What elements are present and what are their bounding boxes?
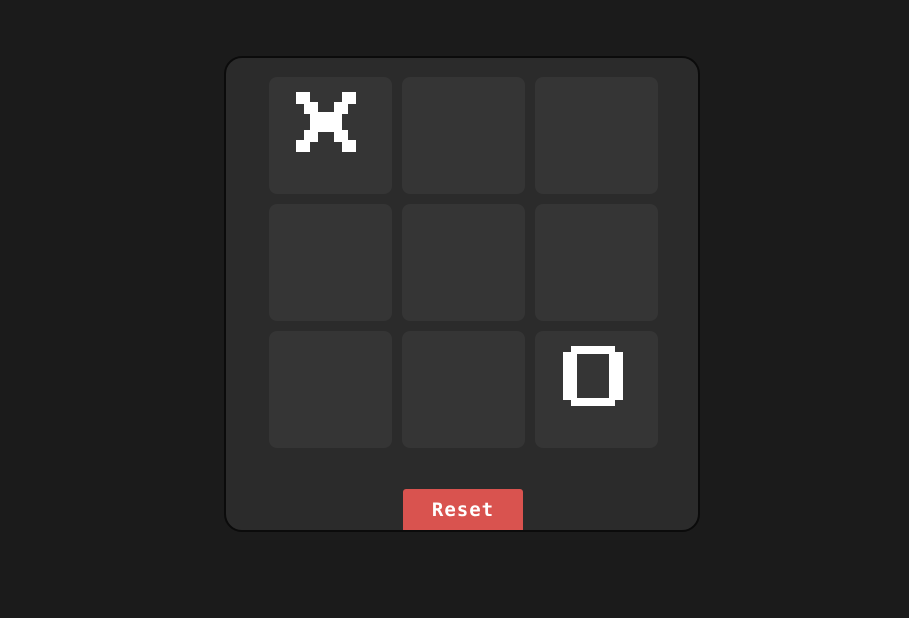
cell-6[interactable]	[269, 331, 392, 448]
cell-1[interactable]	[402, 77, 525, 194]
cell-3[interactable]	[269, 204, 392, 321]
cell-4[interactable]	[402, 204, 525, 321]
o-mark-icon	[563, 346, 623, 406]
reset-button[interactable]: Reset	[403, 489, 523, 530]
cell-7[interactable]	[402, 331, 525, 448]
cell-2[interactable]	[535, 77, 658, 194]
cell-0[interactable]	[269, 77, 392, 194]
x-mark-icon	[296, 92, 356, 152]
cell-8[interactable]	[535, 331, 658, 448]
game-board-panel: Reset	[224, 56, 700, 532]
cell-5[interactable]	[535, 204, 658, 321]
tic-tac-toe-grid	[269, 77, 658, 448]
